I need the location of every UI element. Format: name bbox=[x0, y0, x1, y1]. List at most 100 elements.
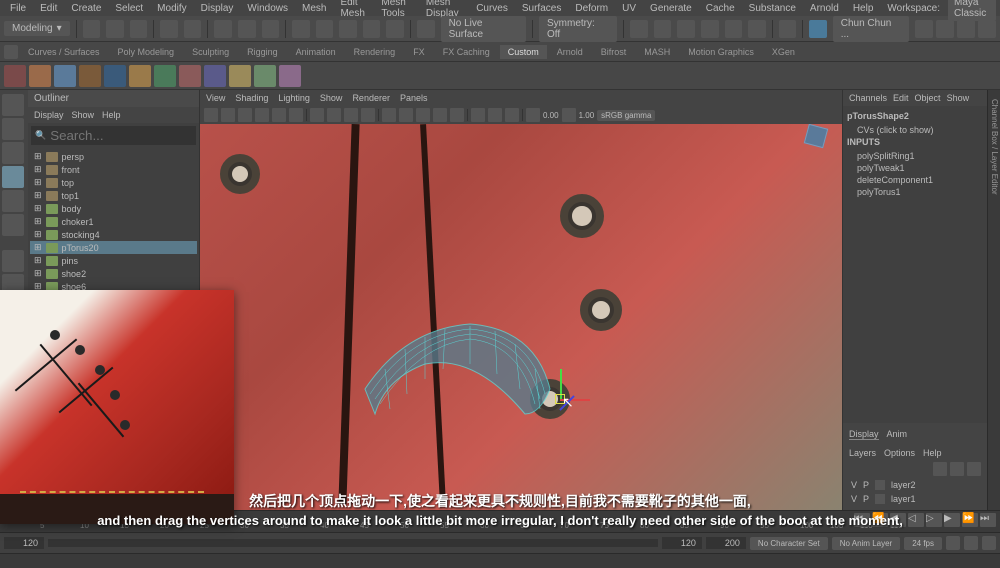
snap-live-icon[interactable] bbox=[386, 20, 404, 38]
tab-display[interactable]: Display bbox=[849, 429, 879, 440]
input-torus[interactable]: polyTorus1 bbox=[847, 186, 983, 198]
mode-dropdown[interactable]: Modeling ▾ bbox=[4, 21, 70, 36]
save-scene-icon[interactable] bbox=[130, 20, 148, 38]
play-next-key-icon[interactable]: ⏩ bbox=[962, 513, 978, 527]
shape-name[interactable]: pTorusShape2 bbox=[847, 110, 983, 122]
shelf-tab-rigging[interactable]: Rigging bbox=[239, 45, 286, 59]
workspace-dropdown[interactable]: Maya Classic bbox=[948, 0, 996, 21]
cb-show[interactable]: Show bbox=[947, 93, 970, 103]
vp-lock-camera-icon[interactable] bbox=[221, 108, 235, 122]
menu-edit[interactable]: Edit bbox=[34, 1, 63, 16]
shelf-icon-12[interactable] bbox=[279, 65, 301, 87]
shelf-icon-5[interactable] bbox=[104, 65, 126, 87]
autokey-icon[interactable] bbox=[946, 536, 960, 550]
outliner-item-stocking[interactable]: ⊞stocking4 bbox=[30, 228, 197, 241]
menu-deform[interactable]: Deform bbox=[569, 1, 614, 16]
outliner-item-persp[interactable]: ⊞persp bbox=[30, 150, 197, 163]
menu-uv[interactable]: UV bbox=[616, 1, 642, 16]
shelf-menu-icon[interactable] bbox=[4, 45, 18, 59]
vp-xray-joints-icon[interactable] bbox=[505, 108, 519, 122]
lasso-icon[interactable] bbox=[238, 20, 256, 38]
shelf-tab-render[interactable]: Rendering bbox=[346, 45, 404, 59]
vp-lighting[interactable]: Lighting bbox=[278, 93, 310, 103]
tab-anim[interactable]: Anim bbox=[887, 429, 908, 440]
shelf-icon-3[interactable] bbox=[54, 65, 76, 87]
shelf-icon-11[interactable] bbox=[254, 65, 276, 87]
vp-lights-icon[interactable] bbox=[433, 108, 447, 122]
vp-gamma-icon[interactable] bbox=[562, 108, 576, 122]
shelf-tab-arnold[interactable]: Arnold bbox=[549, 45, 591, 59]
outliner-show[interactable]: Show bbox=[72, 110, 95, 120]
vp-renderer[interactable]: Renderer bbox=[352, 93, 390, 103]
snap-point-icon[interactable] bbox=[339, 20, 357, 38]
live-surface-icon[interactable] bbox=[417, 20, 435, 38]
vp-shading[interactable]: Shading bbox=[235, 93, 268, 103]
menu-windows[interactable]: Windows bbox=[241, 1, 294, 16]
layers-menu[interactable]: Layers bbox=[849, 448, 876, 458]
layer-down-icon[interactable] bbox=[967, 462, 981, 476]
snap-plane-icon[interactable] bbox=[363, 20, 381, 38]
outliner-item-body[interactable]: ⊞body bbox=[30, 202, 197, 215]
play-forward-icon[interactable]: ▷ bbox=[926, 513, 942, 527]
menu-select[interactable]: Select bbox=[109, 1, 149, 16]
cvs-label[interactable]: CVs (click to show) bbox=[847, 124, 983, 136]
cb-object[interactable]: Object bbox=[915, 93, 941, 103]
vp-gate-mask-icon[interactable] bbox=[361, 108, 375, 122]
move-tool[interactable] bbox=[2, 166, 24, 188]
input-delete[interactable]: deleteComponent1 bbox=[847, 174, 983, 186]
outliner-item-pins[interactable]: ⊞pins bbox=[30, 254, 197, 267]
user-dropdown[interactable]: Chun Chun ... bbox=[833, 16, 909, 42]
move-gizmo[interactable] bbox=[530, 369, 590, 429]
vp-wireframe-icon[interactable] bbox=[382, 108, 396, 122]
outliner-display[interactable]: Display bbox=[34, 110, 64, 120]
shelf-icon-2[interactable] bbox=[29, 65, 51, 87]
render-view-icon[interactable] bbox=[725, 20, 743, 38]
input-splitring[interactable]: polySplitRing1 bbox=[847, 150, 983, 162]
shelf-tab-xgen[interactable]: XGen bbox=[764, 45, 803, 59]
play-reverse-icon[interactable]: ◁ bbox=[908, 513, 924, 527]
fps-dropdown[interactable]: 24 fps bbox=[904, 537, 942, 550]
layout-icon-2[interactable] bbox=[936, 20, 954, 38]
menu-substance[interactable]: Substance bbox=[743, 1, 802, 16]
range-end-field[interactable]: 200 bbox=[706, 537, 746, 549]
right-tab-channelbox[interactable]: Channel Box / Layer Editor bbox=[988, 95, 1000, 199]
layout-icon-1[interactable] bbox=[915, 20, 933, 38]
vp-isolate-icon[interactable] bbox=[471, 108, 485, 122]
cb-channels[interactable]: Channels bbox=[849, 93, 887, 103]
options-menu[interactable]: Options bbox=[884, 448, 915, 458]
view-cube[interactable] bbox=[806, 126, 836, 156]
viewport-canvas[interactable]: ↖ persp bbox=[200, 124, 842, 510]
vp-film-gate-icon[interactable] bbox=[327, 108, 341, 122]
render-settings-icon[interactable] bbox=[701, 20, 719, 38]
outliner-item-choker[interactable]: ⊞choker1 bbox=[30, 215, 197, 228]
outliner-item-top1[interactable]: ⊞top1 bbox=[30, 189, 197, 202]
shelf-tab-curves[interactable]: Curves / Surfaces bbox=[20, 45, 108, 59]
shelf-icon-4[interactable] bbox=[79, 65, 101, 87]
input-tweak[interactable]: polyTweak1 bbox=[847, 162, 983, 174]
ipr-render-icon[interactable] bbox=[677, 20, 695, 38]
vp-grid-icon[interactable] bbox=[310, 108, 324, 122]
outliner-search[interactable]: 🔍 bbox=[31, 126, 196, 145]
play-next-frame-icon[interactable]: ▶ bbox=[944, 513, 960, 527]
layout-single[interactable] bbox=[2, 250, 24, 272]
shelf-tab-motion[interactable]: Motion Graphics bbox=[680, 45, 762, 59]
cb-edit[interactable]: Edit bbox=[893, 93, 909, 103]
layer-row-2[interactable]: V P layer2 bbox=[847, 478, 983, 492]
vp-show[interactable]: Show bbox=[320, 93, 343, 103]
outliner-item-top[interactable]: ⊞top bbox=[30, 176, 197, 189]
help-menu[interactable]: Help bbox=[923, 448, 942, 458]
vp-2d-pan-icon[interactable] bbox=[272, 108, 286, 122]
rotate-tool[interactable] bbox=[2, 190, 24, 212]
vp-bookmark-icon[interactable] bbox=[238, 108, 252, 122]
menu-cache[interactable]: Cache bbox=[700, 1, 741, 16]
current-frame-field[interactable]: 120 bbox=[662, 537, 702, 549]
shelf-tab-poly[interactable]: Poly Modeling bbox=[110, 45, 183, 59]
outliner-help[interactable]: Help bbox=[102, 110, 121, 120]
prefs-icon[interactable] bbox=[982, 536, 996, 550]
layout-icon-4[interactable] bbox=[978, 20, 996, 38]
vp-resolution-gate-icon[interactable] bbox=[344, 108, 358, 122]
paint-tool[interactable] bbox=[2, 142, 24, 164]
xgen-icon[interactable] bbox=[779, 20, 797, 38]
vp-view[interactable]: View bbox=[206, 93, 225, 103]
open-scene-icon[interactable] bbox=[106, 20, 124, 38]
